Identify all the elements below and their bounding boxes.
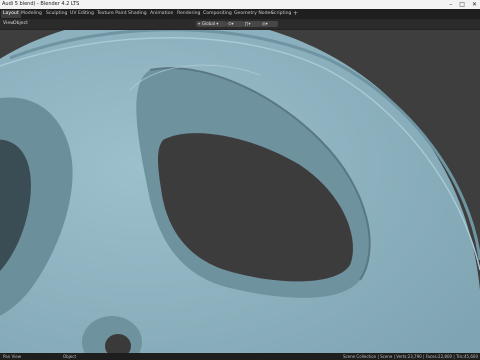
tab-shading[interactable]: Shading bbox=[126, 10, 149, 18]
orientation-label: Global bbox=[201, 21, 216, 26]
status-bar: Pan View Object Scene Collection | Scene… bbox=[0, 353, 480, 360]
status-pan-view: Pan View bbox=[3, 354, 21, 359]
window-title: Audi 5 blend) - Blender 4.2 LTS bbox=[2, 1, 80, 7]
tab-rendering[interactable]: Rendering bbox=[175, 10, 202, 18]
tab-compositing[interactable]: Compositing bbox=[201, 10, 234, 18]
proportional-edit-toggle[interactable]: ◎▾ bbox=[260, 21, 278, 27]
tab-scripting[interactable]: Scripting bbox=[269, 10, 293, 18]
chevron-down-icon: ▾ bbox=[248, 21, 251, 26]
object-menu[interactable]: Object bbox=[13, 19, 28, 29]
status-scene-stats: Scene Collection | Scene | Verts:23,790 … bbox=[342, 354, 478, 359]
window-titlebar: Audi 5 blend) - Blender 4.2 LTS – □ ✕ bbox=[0, 0, 480, 9]
status-object: Object bbox=[63, 354, 77, 359]
tab-sculpting[interactable]: Sculpting bbox=[44, 10, 69, 18]
workspace-bar: Layout Modeling Sculpting UV Editing Tex… bbox=[0, 9, 480, 27]
add-workspace-icon[interactable]: + bbox=[293, 9, 298, 19]
chevron-down-icon: ▾ bbox=[265, 21, 268, 26]
chevron-down-icon: ▾ bbox=[231, 21, 234, 26]
close-icon[interactable]: ✕ bbox=[472, 0, 477, 9]
tab-texture-paint[interactable]: Texture Paint bbox=[95, 10, 129, 18]
tab-uv-editing[interactable]: UV Editing bbox=[68, 10, 96, 18]
snap-toggle[interactable]: ⋂▾ bbox=[243, 21, 261, 27]
maximize-icon[interactable]: □ bbox=[459, 0, 465, 9]
pivot-point-dropdown[interactable]: ⊙▾ bbox=[226, 21, 244, 27]
3d-viewport[interactable] bbox=[0, 30, 480, 353]
tab-layout[interactable]: Layout bbox=[1, 10, 21, 18]
viewport-header: View Object ⌖ Global ▾ ⊙▾ ⋂▾ ◎▾ bbox=[0, 19, 480, 30]
transform-orientation-dropdown[interactable]: ⌖ Global ▾ bbox=[196, 21, 226, 27]
window-controls: – □ ✕ bbox=[449, 0, 477, 9]
chevron-down-icon: ▾ bbox=[216, 21, 219, 26]
minimize-icon[interactable]: – bbox=[449, 0, 452, 9]
orientation-icon: ⌖ bbox=[198, 21, 201, 26]
wheel-rim-render bbox=[0, 30, 480, 353]
tab-animation[interactable]: Animation bbox=[148, 10, 175, 18]
tab-modeling[interactable]: Modeling bbox=[19, 10, 44, 18]
